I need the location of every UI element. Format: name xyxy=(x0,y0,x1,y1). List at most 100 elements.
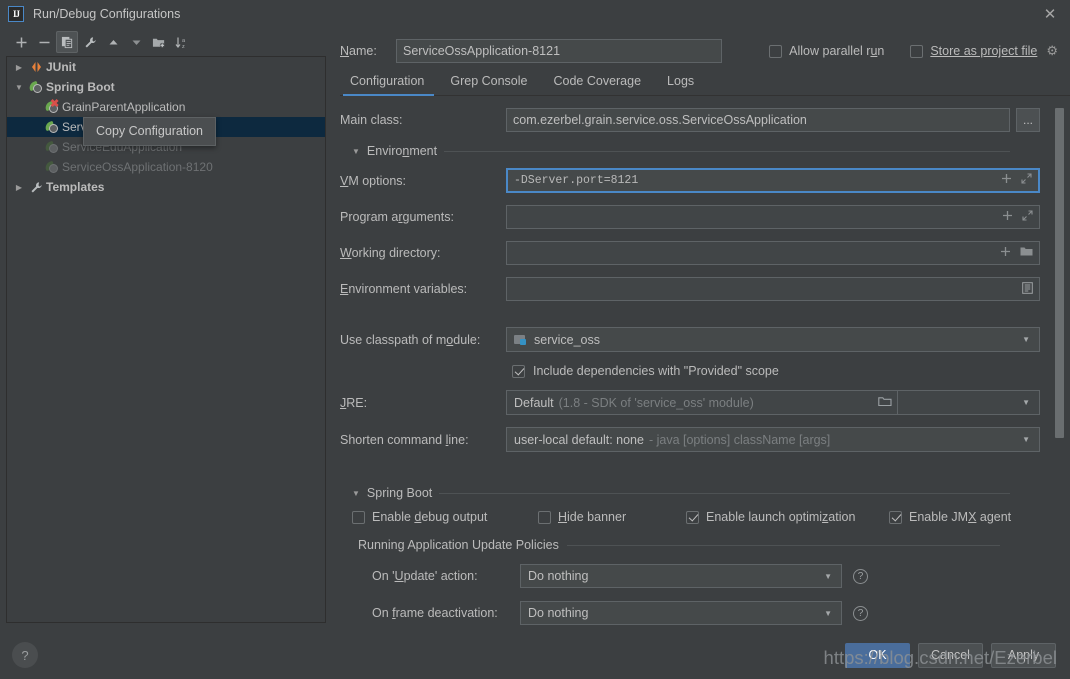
tab-grep-console[interactable]: Grep Console xyxy=(437,74,540,95)
configurations-tree[interactable]: ▶ JUnit ▼ Spring Boot ✖ GrainParentAppli… xyxy=(6,56,326,623)
classpath-module-combo[interactable]: service_oss ▼ xyxy=(506,327,1040,352)
on-frame-deactivation-combo[interactable]: Do nothing ▼ xyxy=(520,601,842,625)
plus-icon[interactable] xyxy=(1000,246,1011,260)
tab-configuration[interactable]: Configuration xyxy=(340,74,437,96)
chevron-down-icon[interactable]: ▼ xyxy=(11,83,27,92)
store-as-project-file-checkbox[interactable]: Store as project file ⚙ xyxy=(910,43,1058,59)
chevron-right-icon[interactable]: ▶ xyxy=(11,63,27,72)
plus-icon[interactable] xyxy=(1002,210,1013,224)
vm-options-input[interactable]: -DServer.port=8121 xyxy=(506,168,1040,193)
close-icon[interactable]: ✕ xyxy=(1040,4,1060,24)
hide-banner-checkbox[interactable]: Hide banner xyxy=(538,510,686,524)
tree-item-templates[interactable]: ▶ Templates xyxy=(7,177,325,197)
name-input[interactable] xyxy=(396,39,722,63)
spring-boot-section-title: Spring Boot xyxy=(366,486,433,500)
copy-configuration-button[interactable] xyxy=(56,31,78,53)
shorten-command-line-value: user-local default: none xyxy=(514,432,644,447)
spring-boot-icon xyxy=(43,140,61,154)
help-icon[interactable]: ? xyxy=(853,605,868,621)
working-directory-label: Working directory: xyxy=(340,246,441,260)
tree-item-grain-parent-application[interactable]: ✖ GrainParentApplication xyxy=(7,97,325,117)
main-class-input[interactable]: com.ezerbel.grain.service.oss.ServiceOss… xyxy=(506,108,1010,132)
checkbox-box xyxy=(889,510,902,524)
checkbox-box xyxy=(769,44,783,58)
program-arguments-input[interactable] xyxy=(506,205,1040,229)
folder-icon[interactable] xyxy=(873,396,897,410)
enable-debug-output-checkbox[interactable]: Enable debug output xyxy=(352,510,538,524)
cancel-button[interactable]: Cancel xyxy=(918,642,983,668)
apply-button[interactable]: Apply xyxy=(991,642,1056,668)
chevron-right-icon[interactable]: ▶ xyxy=(11,183,27,192)
expand-icon[interactable] xyxy=(1022,210,1033,224)
environment-section-header[interactable]: ▼ Environment xyxy=(352,144,1040,158)
tab-logs[interactable]: Logs xyxy=(654,74,707,95)
help-icon[interactable]: ? xyxy=(853,568,868,584)
tree-item-junit[interactable]: ▶ JUnit xyxy=(7,57,325,77)
jre-label: JRE: xyxy=(340,395,368,410)
environment-variables-input[interactable] xyxy=(506,277,1040,301)
spring-boot-error-icon: ✖ xyxy=(43,98,61,114)
help-button[interactable]: ? xyxy=(12,642,38,668)
jre-combo[interactable]: Default (1.8 - SDK of 'service_oss' modu… xyxy=(506,390,1040,415)
tree-item-label: JUnit xyxy=(46,60,76,74)
environment-section-title: Environment xyxy=(366,144,438,158)
ok-button[interactable]: OK xyxy=(845,642,910,668)
spring-boot-icon xyxy=(43,160,61,174)
chevron-down-icon[interactable]: ▼ xyxy=(1017,435,1035,444)
sort-configurations-button[interactable]: a z xyxy=(171,31,193,53)
program-arguments-label: Program arguments: xyxy=(340,210,454,224)
configuration-editor-panel: Name: Allow parallel run Store as projec… xyxy=(332,28,1070,631)
enable-launch-optimization-checkbox[interactable]: Enable launch optimization xyxy=(686,510,889,524)
move-up-button[interactable] xyxy=(102,31,124,53)
tab-code-coverage[interactable]: Code Coverage xyxy=(540,74,654,95)
gear-icon[interactable]: ⚙ xyxy=(1046,43,1058,59)
working-directory-input[interactable] xyxy=(506,241,1040,265)
checkbox-box xyxy=(352,510,365,524)
shorten-command-line-hint: - java [options] className [args] xyxy=(648,432,831,447)
on-update-action-value: Do nothing xyxy=(528,569,589,583)
store-as-project-file-label: Store as project file xyxy=(930,44,1038,58)
spring-boot-section-header[interactable]: ▼ Spring Boot xyxy=(352,486,1040,500)
chevron-down-icon[interactable]: ▼ xyxy=(1017,335,1035,344)
module-icon xyxy=(514,334,527,346)
chevron-down-icon[interactable]: ▼ xyxy=(352,489,360,498)
vm-options-label: VM options: xyxy=(340,173,407,188)
combo-separator xyxy=(896,391,898,414)
update-policies-group: Running Application Update Policies On '… xyxy=(358,538,1040,625)
new-folder-button[interactable] xyxy=(148,31,170,53)
classpath-module-row: Use classpath of module: service_oss ▼ xyxy=(340,327,1040,352)
folder-icon[interactable] xyxy=(1020,246,1033,260)
tree-item-spring-boot[interactable]: ▼ Spring Boot xyxy=(7,77,325,97)
enable-jmx-agent-checkbox[interactable]: Enable JMX agent xyxy=(889,510,1011,524)
environment-variables-row: Environment variables: xyxy=(340,277,1040,301)
scrollbar-thumb[interactable] xyxy=(1055,108,1064,438)
allow-parallel-run-label: Allow parallel run xyxy=(789,44,885,58)
add-configuration-button[interactable] xyxy=(10,31,32,53)
remove-configuration-button[interactable] xyxy=(33,31,55,53)
include-provided-checkbox[interactable]: Include dependencies with "Provided" sco… xyxy=(512,364,1040,378)
svg-text:z: z xyxy=(182,44,185,49)
move-down-button[interactable] xyxy=(125,31,147,53)
checkbox-box xyxy=(512,364,525,378)
main-class-browse-button[interactable]: ... xyxy=(1016,108,1040,132)
vm-options-value: -DServer.port=8121 xyxy=(514,174,639,187)
vertical-scrollbar[interactable] xyxy=(1055,100,1064,627)
chevron-down-icon[interactable]: ▼ xyxy=(1017,398,1035,407)
shorten-command-line-row: Shorten command line: user-local default… xyxy=(340,427,1040,452)
shorten-command-line-combo[interactable]: user-local default: none - java [options… xyxy=(506,427,1040,452)
program-arguments-row: Program arguments: xyxy=(340,205,1040,229)
chevron-down-icon[interactable]: ▼ xyxy=(819,572,837,581)
chevron-down-icon[interactable]: ▼ xyxy=(352,147,360,156)
chevron-down-icon[interactable]: ▼ xyxy=(819,609,837,618)
include-provided-label: Include dependencies with "Provided" sco… xyxy=(533,364,779,378)
on-update-action-combo[interactable]: Do nothing ▼ xyxy=(520,564,842,588)
enable-debug-output-label: Enable debug output xyxy=(372,510,488,524)
allow-parallel-run-checkbox[interactable]: Allow parallel run xyxy=(769,44,884,58)
plus-icon[interactable] xyxy=(1001,173,1012,188)
update-policies-header: Running Application Update Policies xyxy=(358,538,1000,552)
expand-icon[interactable] xyxy=(1021,173,1032,188)
tree-item-service-oss-application-8120[interactable]: ServiceOssApplication-8120 xyxy=(7,157,325,177)
edit-templates-wrench-icon[interactable] xyxy=(79,31,101,53)
list-icon[interactable] xyxy=(1022,281,1033,297)
dialog-body: a z ▶ JUnit ▼ Spring Boot ✖ GrainParentA… xyxy=(0,28,1070,631)
